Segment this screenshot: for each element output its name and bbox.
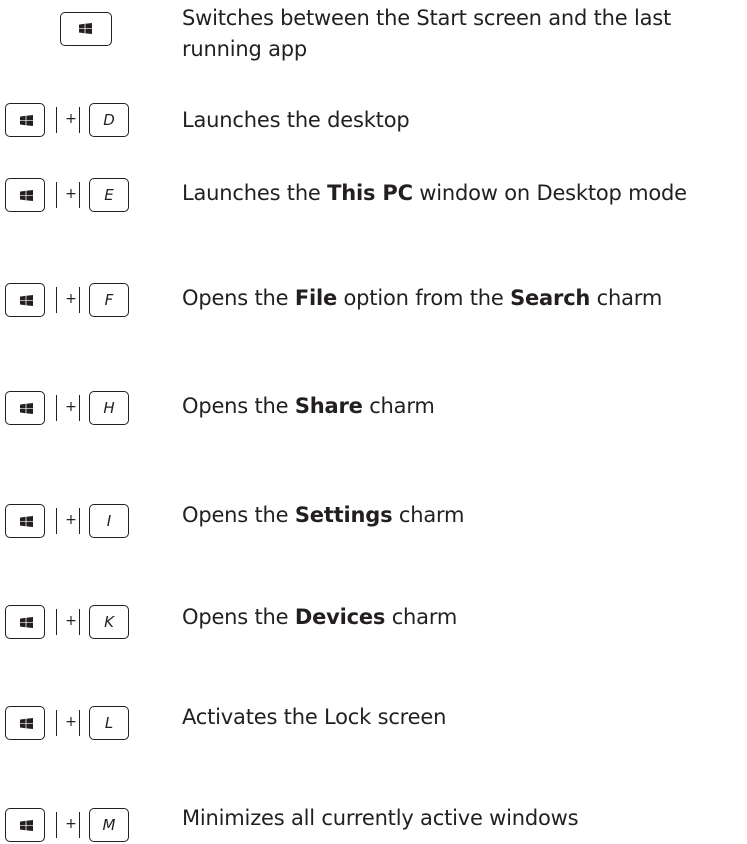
key-combo: + H [5,391,145,427]
description-text: Launches the [182,181,328,205]
key-separator [56,107,57,133]
key-combo: + K [5,605,145,641]
description-text: Opens the [182,605,295,629]
windows-key [5,504,45,538]
description-text: charm [385,605,458,629]
shortcut-description: Minimizes all currently active windows [182,803,742,834]
windows-key [5,706,45,740]
letter-key: F [89,283,129,317]
windows-key [5,605,45,639]
windows-key [5,178,45,212]
key-separator [79,395,80,421]
description-text: Switches between the Start screen and th… [182,6,672,61]
description-text: option from the [337,286,511,310]
key-separator [56,182,57,208]
key-separator [56,287,57,313]
description-text: Minimizes all currently active windows [182,806,579,830]
plus-sign: + [65,399,77,415]
letter-key: L [89,706,129,740]
windows-logo-icon [20,718,33,729]
windows-logo-icon [20,115,33,126]
shortcut-description: Switches between the Start screen and th… [182,3,742,65]
windows-logo-icon [79,23,92,34]
shortcut-description: Opens the File option from the Search ch… [182,283,742,314]
windows-logo-icon [20,403,33,414]
shortcut-description: Opens the Share charm [182,391,742,422]
windows-key [60,12,112,46]
description-text: Opens the [182,394,295,418]
bold-term: Search [510,286,591,310]
plus-sign: + [65,714,77,730]
key-separator [79,508,80,534]
description-text: Launches the desktop [182,108,410,132]
key-separator [79,107,80,133]
key-combo: + F [5,283,145,319]
shortcut-description: Launches the desktop [182,105,742,136]
key-combo: + L [5,706,145,742]
key-separator [56,395,57,421]
description-text: window on Desktop mode [412,181,687,205]
description-text: charm [392,503,465,527]
shortcut-description: Opens the Devices charm [182,602,742,633]
plus-sign: + [65,512,77,528]
plus-sign: + [65,613,77,629]
description-text: Opens the [182,503,295,527]
key-separator [79,710,80,736]
key-separator [79,287,80,313]
letter-key: M [89,808,129,842]
key-separator [56,710,57,736]
key-separator [79,182,80,208]
plus-sign: + [65,816,77,832]
description-text: Activates the Lock screen [182,705,447,729]
shortcut-description: Opens the Settings charm [182,500,742,531]
description-text: Opens the [182,286,295,310]
letter-key: K [89,605,129,639]
letter-key: H [89,391,129,425]
windows-key [5,103,45,137]
shortcut-description: Activates the Lock screen [182,702,742,733]
key-combo: + I [5,504,145,540]
key-combo: + M [5,808,145,844]
description-text: charm [362,394,435,418]
description-text: charm [590,286,663,310]
plus-sign: + [65,111,77,127]
bold-term: Share [294,394,363,418]
windows-logo-icon [20,295,33,306]
key-combo: + D [5,103,145,139]
key-separator [56,609,57,635]
windows-key [5,283,45,317]
windows-key [5,808,45,842]
key-combo: + E [5,178,145,214]
plus-sign: + [65,291,77,307]
key-separator [56,508,57,534]
windows-logo-icon [20,516,33,527]
windows-logo-icon [20,617,33,628]
shortcut-description: Launches the This PC window on Desktop m… [182,178,742,209]
letter-key: E [89,178,129,212]
plus-sign: + [65,186,77,202]
bold-term: This PC [327,181,413,205]
bold-term: Settings [294,503,393,527]
key-separator [79,812,80,838]
key-separator [56,812,57,838]
bold-term: Devices [294,605,386,629]
letter-key: D [89,103,129,137]
letter-key: I [89,504,129,538]
windows-logo-icon [20,190,33,201]
windows-logo-icon [20,820,33,831]
windows-key [5,391,45,425]
key-separator [79,609,80,635]
bold-term: File [294,286,338,310]
